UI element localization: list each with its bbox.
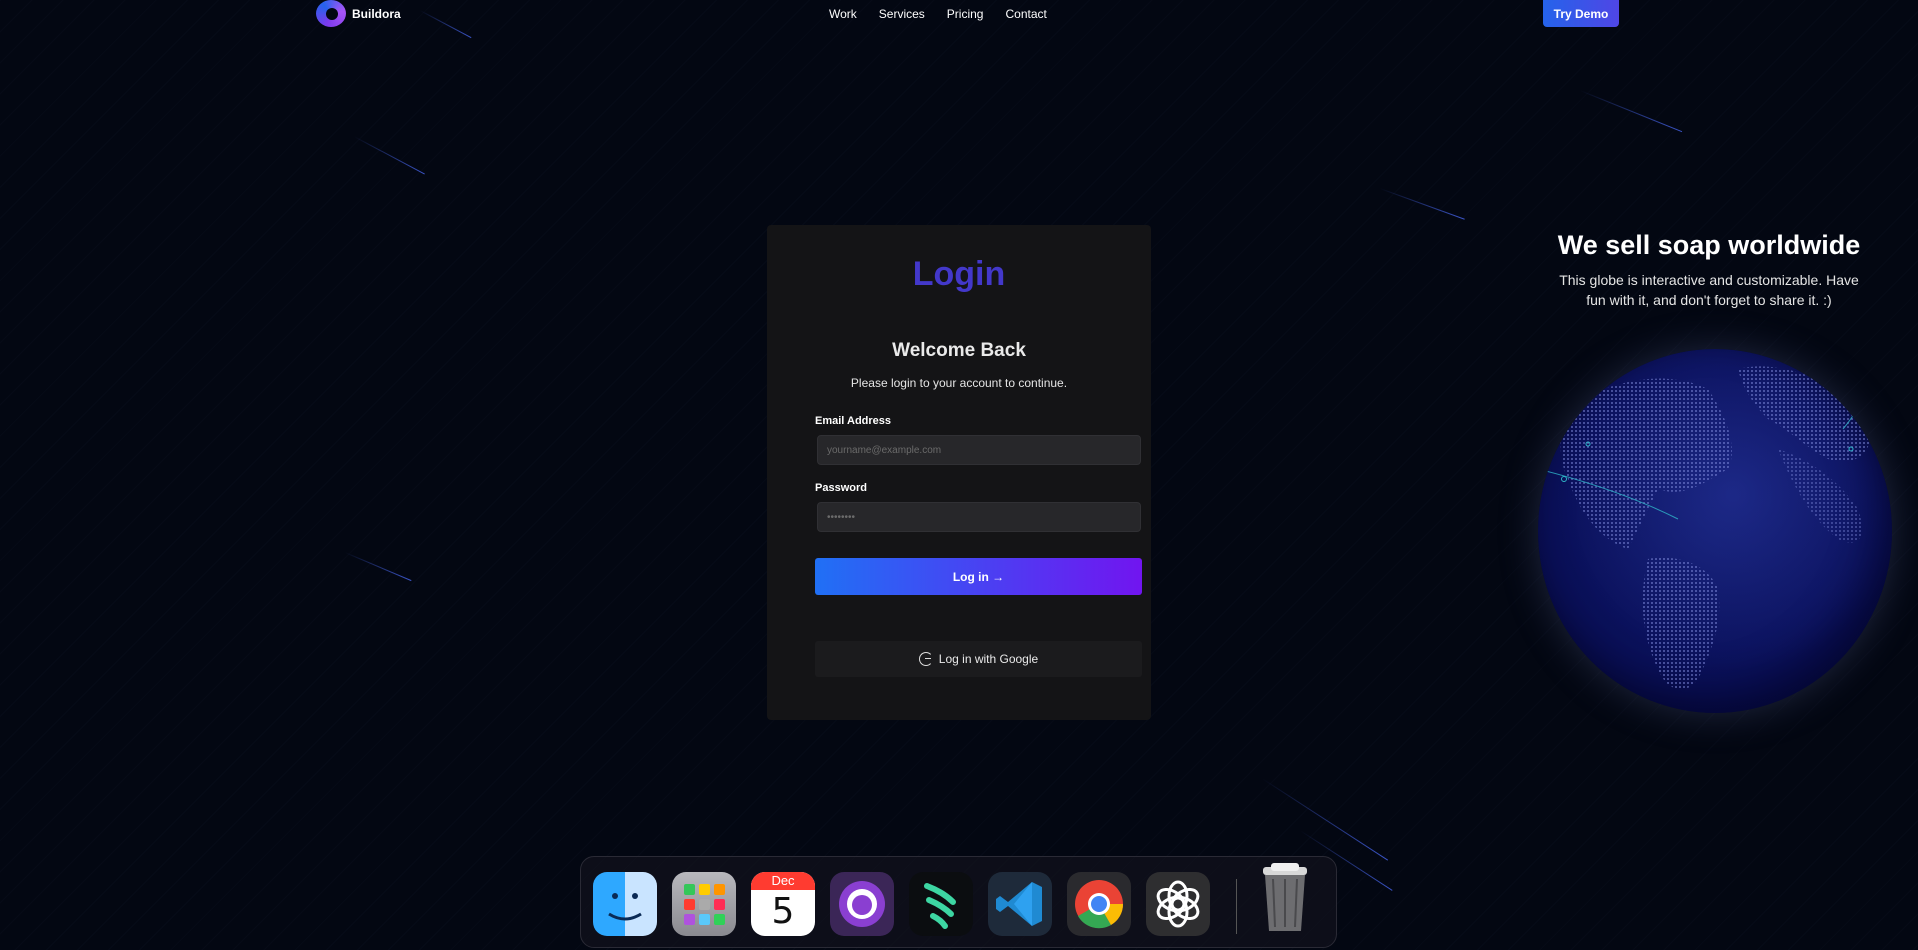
app-dock: Dec 5 [580,856,1337,948]
buildora-logo-icon [316,0,346,27]
nav-link-contact[interactable]: Contact [1005,7,1046,21]
login-subtitle: Please login to your account to continue… [850,376,1068,390]
globe-map-icon [1538,366,1871,690]
password-field[interactable] [817,502,1141,532]
trash-icon[interactable] [1253,863,1317,931]
brand-logo[interactable]: Buildora [316,0,401,27]
cursor-icon[interactable] [909,872,973,936]
google-login-label: Log in with Google [938,652,1039,666]
globe-heading: We sell soap worldwide [1557,230,1861,260]
try-demo-button[interactable]: Try Demo [1543,0,1619,27]
nav-link-services[interactable]: Services [879,7,925,21]
meteor-streak [353,136,425,175]
chatgpt-icon[interactable] [1146,872,1210,936]
github-desktop-icon[interactable] [830,872,894,936]
dock-divider [1236,879,1237,934]
nav-link-pricing[interactable]: Pricing [947,7,984,21]
calendar-icon[interactable]: Dec 5 [751,872,815,936]
chrome-icon[interactable] [1067,872,1131,936]
email-label: Email Address [815,415,892,427]
finder-icon[interactable] [593,872,657,936]
login-card: Login Welcome Back Please login to your … [767,225,1151,720]
google-icon [918,652,933,666]
nav-link-work[interactable]: Work [829,7,857,21]
interactive-globe[interactable] [1538,349,1892,713]
meteor-streak [344,552,412,582]
login-button[interactable]: Log in → [815,558,1142,595]
top-navigation: Buildora Work Services Pricing Contact T… [0,0,1918,30]
google-login-button[interactable]: Log in with Google [815,641,1142,677]
login-title: Login [912,255,1006,293]
brand-name: Buildora [352,6,401,21]
meteor-streak [1379,188,1465,220]
welcome-heading: Welcome Back [892,340,1026,361]
password-label: Password [815,482,867,494]
nav-links: Work Services Pricing Contact [829,7,1069,21]
calendar-day: 5 [771,891,795,932]
meteor-streak [1579,90,1683,133]
globe-description: This globe is interactive and customizab… [1559,272,1859,308]
email-field[interactable] [817,435,1141,465]
launchpad-icon[interactable] [672,872,736,936]
calendar-month: Dec [751,872,815,890]
vscode-icon[interactable] [988,872,1052,936]
meteor-streak [1261,778,1389,861]
